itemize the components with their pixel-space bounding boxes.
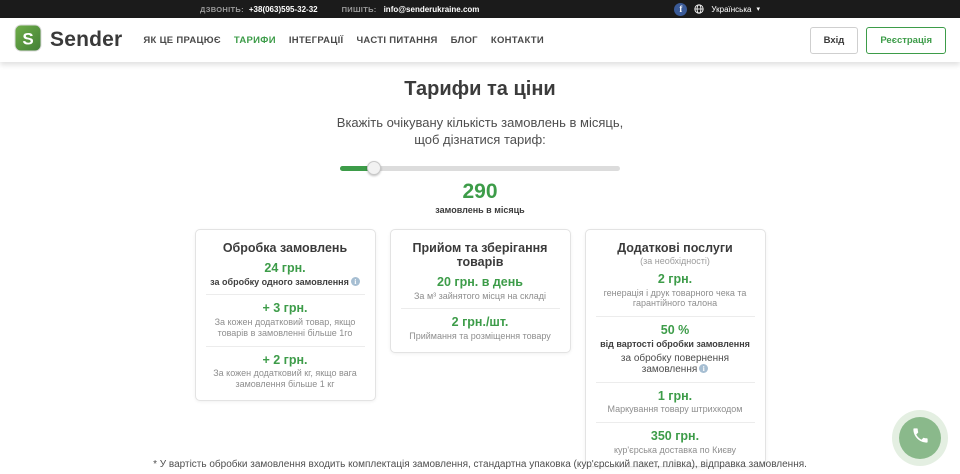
divider (596, 382, 755, 383)
info-icon[interactable]: i (351, 277, 360, 286)
subtitle-line1: Вкажіть очікувану кількість замовлень в … (0, 115, 960, 132)
price: 50 % (594, 324, 757, 338)
price: 1 грн. (594, 390, 757, 404)
register-button[interactable]: Реєстрація (866, 27, 946, 54)
card-storage: Прийом та зберігання товарів 20 грн. в д… (390, 229, 571, 353)
svg-text:S: S (22, 29, 33, 48)
orders-count: 290 (0, 180, 960, 204)
nav-item-how-it-works[interactable]: ЯК ЦЕ ПРАЦЮЄ (143, 35, 220, 46)
chat-call-button-circle (899, 417, 941, 459)
page-title: Тарифи та ціни (0, 78, 960, 101)
price: + 2 грн. (204, 354, 367, 368)
slider-track[interactable] (340, 166, 620, 171)
orders-caption: замовлень в місяць (0, 205, 960, 215)
main-nav: ЯК ЦЕ ПРАЦЮЄ ТАРИФИ ІНТЕГРАЦІЇ ЧАСТІ ПИТ… (143, 35, 544, 46)
card-title: Додаткові послуги (594, 241, 757, 255)
price: 2 грн. (594, 273, 757, 287)
price: 20 грн. в день (399, 276, 562, 290)
call-label: ДЗВОНІТЬ: (200, 5, 244, 14)
globe-icon (694, 4, 704, 14)
card-title: Обробка замовлень (204, 241, 367, 255)
subtitle: Вкажіть очікувану кількість замовлень в … (0, 115, 960, 149)
price: 2 грн./шт. (399, 316, 562, 330)
topbar: ДЗВОНІТЬ: +38(063)595-32-32 ПИШІТЬ: info… (0, 0, 960, 18)
price: 350 грн. (594, 430, 757, 444)
chat-call-button[interactable] (892, 410, 948, 466)
price-description: генерація і друк товарного чека та гаран… (594, 288, 757, 310)
subtitle-line2: щоб дізнатися тариф: (0, 132, 960, 149)
topbar-inner: ДЗВОНІТЬ: +38(063)595-32-32 ПИШІТЬ: info… (200, 0, 760, 18)
price-description: За м³ зайнятого місця на складі (399, 291, 562, 302)
price: 24 грн. (204, 262, 367, 276)
topbar-social: f Українська ▾ (674, 3, 760, 16)
price-description-text: за обробку повернення замовлення (621, 353, 729, 375)
language-label: Українська (711, 5, 751, 14)
divider (596, 316, 755, 317)
phone-icon (911, 426, 930, 450)
sender-logo-icon: S (14, 24, 42, 57)
nav-item-contacts[interactable]: КОНТАКТИ (491, 35, 544, 46)
header-actions: Вхід Реєстрація (810, 27, 946, 54)
phone-link[interactable]: +38(063)595-32-32 (249, 5, 318, 14)
brand-name: Sender (50, 28, 122, 52)
pricing-cards: Обробка замовлень 24 грн. за обробку одн… (0, 229, 960, 467)
email-link[interactable]: info@senderukraine.com (384, 5, 480, 14)
price-description: Маркування товару штрихкодом (594, 404, 757, 415)
price-description-text: за обробку одного замовлення (210, 277, 349, 287)
divider (401, 308, 560, 309)
nav-item-tariffs[interactable]: ТАРИФИ (234, 35, 276, 46)
chevron-down-icon: ▾ (756, 6, 760, 13)
nav-item-integrations[interactable]: ІНТЕГРАЦІЇ (289, 35, 344, 46)
card-subtitle: (за необхідності) (594, 256, 757, 266)
nav-item-blog[interactable]: БЛОГ (451, 35, 478, 46)
price-description-secondary: за обробку повернення замовленняi (594, 353, 757, 375)
card-extra-services: Додаткові послуги (за необхідності) 2 гр… (585, 229, 766, 467)
logo[interactable]: S Sender (14, 24, 122, 57)
price-description: за обробку одного замовленняi (204, 277, 367, 288)
orders-slider (340, 161, 620, 175)
header: S Sender ЯК ЦЕ ПРАЦЮЄ ТАРИФИ ІНТЕГРАЦІЇ … (0, 18, 960, 62)
price: + 3 грн. (204, 302, 367, 316)
card-order-processing: Обробка замовлень 24 грн. за обробку одн… (195, 229, 376, 401)
slider-handle[interactable] (367, 161, 381, 175)
write-label: ПИШІТЬ: (342, 5, 377, 14)
pricing-footnote: * У вартість обробки замовлення входить … (0, 459, 960, 470)
price-description: від вартості обробки замовлення (594, 339, 757, 350)
divider (596, 422, 755, 423)
divider (206, 346, 365, 347)
price-description: За кожен додатковий кг, якщо вага замовл… (204, 368, 367, 390)
price-description: Приймання та розміщення товару (399, 331, 562, 342)
info-icon[interactable]: i (699, 364, 708, 373)
topbar-contacts: ДЗВОНІТЬ: +38(063)595-32-32 ПИШІТЬ: info… (200, 5, 479, 14)
nav-item-faq[interactable]: ЧАСТІ ПИТАННЯ (356, 35, 437, 46)
divider (206, 294, 365, 295)
login-button[interactable]: Вхід (810, 27, 859, 54)
price-description: За кожен додатковий товар, якщо товарів … (204, 317, 367, 339)
facebook-icon[interactable]: f (674, 3, 687, 16)
price-description: кур'єрська доставка по Києву (594, 445, 757, 456)
card-title: Прийом та зберігання товарів (399, 241, 562, 269)
language-selector[interactable]: Українська ▾ (711, 5, 760, 14)
